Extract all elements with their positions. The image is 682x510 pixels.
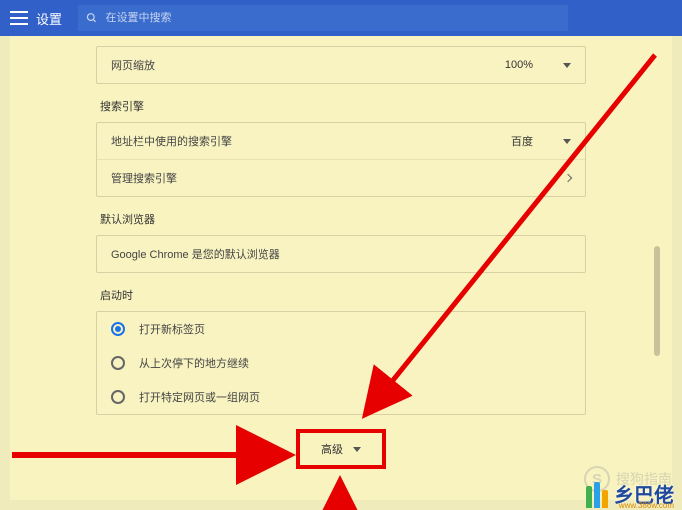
appearance-card: 网页缩放 100% — [96, 46, 586, 84]
page-zoom-dropdown[interactable]: 100% — [505, 59, 571, 71]
radio-icon[interactable] — [111, 322, 125, 336]
scrollbar-thumb[interactable] — [654, 246, 660, 356]
settings-search[interactable] — [78, 5, 568, 31]
chevron-right-icon — [564, 174, 572, 182]
startup-option-continue[interactable]: 从上次停下的地方继续 — [97, 346, 585, 380]
footer-logo: 乡巴佬 www.386w.com — [586, 479, 674, 508]
section-startup: 启动时 — [100, 287, 582, 303]
search-input[interactable] — [106, 12, 561, 24]
search-icon — [86, 12, 98, 24]
section-search-engine: 搜索引擎 — [100, 98, 582, 114]
addressbar-engine-label: 地址栏中使用的搜索引擎 — [111, 133, 232, 149]
caret-down-icon — [563, 139, 571, 144]
default-browser-card: Google Chrome 是您的默认浏览器 — [96, 235, 586, 273]
advanced-button[interactable]: 高级 — [296, 429, 386, 469]
menu-icon[interactable] — [10, 11, 28, 25]
default-browser-row: Google Chrome 是您的默认浏览器 — [97, 236, 585, 272]
page-zoom-row[interactable]: 网页缩放 100% — [97, 47, 585, 83]
manage-engines-row[interactable]: 管理搜索引擎 — [97, 159, 585, 196]
radio-icon[interactable] — [111, 390, 125, 404]
search-engine-card: 地址栏中使用的搜索引擎 百度 管理搜索引擎 — [96, 122, 586, 197]
startup-option-specific[interactable]: 打开特定网页或一组网页 — [97, 380, 585, 414]
manage-engines-label: 管理搜索引擎 — [111, 170, 177, 186]
radio-icon[interactable] — [111, 356, 125, 370]
default-browser-text: Google Chrome 是您的默认浏览器 — [111, 246, 280, 262]
caret-down-icon — [563, 63, 571, 68]
page-zoom-label: 网页缩放 — [111, 57, 155, 73]
addressbar-engine-dropdown[interactable]: 百度 — [511, 133, 571, 149]
settings-topbar: 设置 — [0, 0, 682, 36]
addressbar-engine-row[interactable]: 地址栏中使用的搜索引擎 百度 — [97, 123, 585, 159]
scrollbar[interactable] — [654, 76, 660, 486]
settings-content: 网页缩放 100% 搜索引擎 地址栏中使用的搜索引擎 百度 管理搜索引擎 — [10, 36, 672, 500]
caret-down-icon — [353, 447, 361, 452]
page-title: 设置 — [36, 9, 62, 28]
startup-option-newtab[interactable]: 打开新标签页 — [97, 312, 585, 346]
startup-card: 打开新标签页 从上次停下的地方继续 打开特定网页或一组网页 — [96, 311, 586, 415]
section-default-browser: 默认浏览器 — [100, 211, 582, 227]
